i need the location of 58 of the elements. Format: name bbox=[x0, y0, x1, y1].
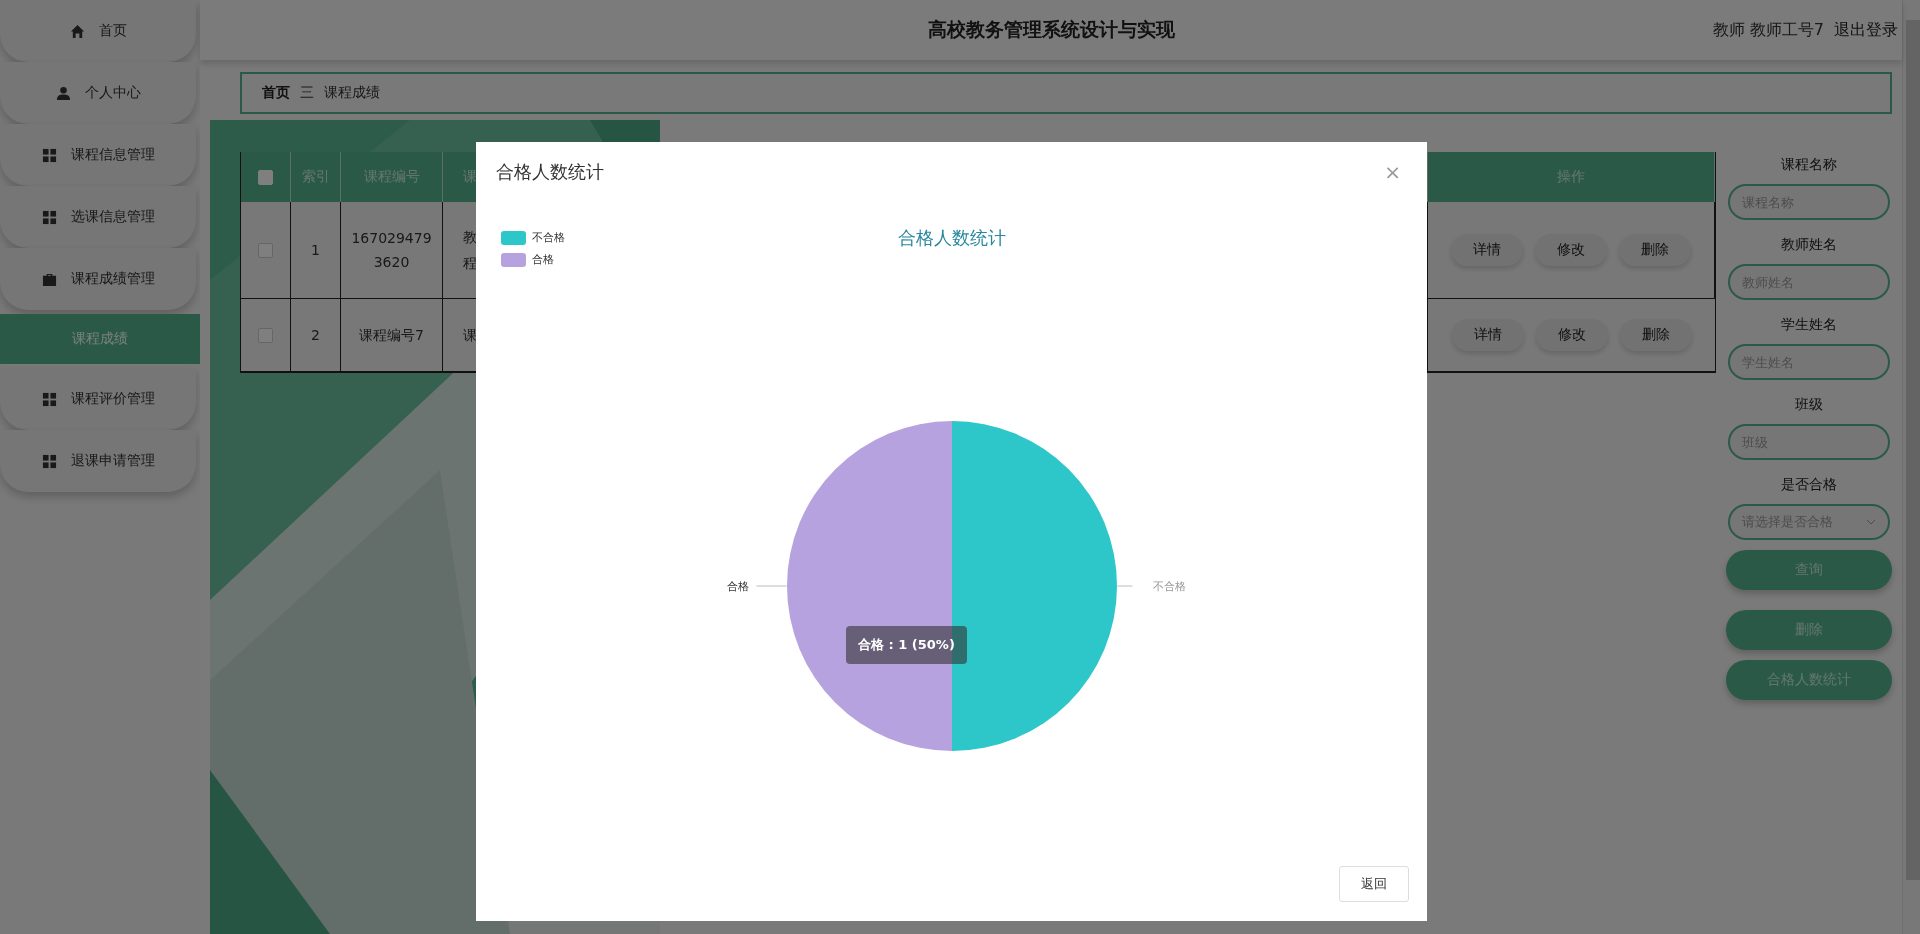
sidebar-item[interactable]: 课程信息管理 bbox=[0, 124, 196, 186]
person-icon bbox=[55, 85, 71, 101]
field-label: 是否合格 bbox=[1781, 475, 1837, 494]
grid-icon bbox=[41, 391, 57, 407]
grid-icon bbox=[41, 453, 57, 469]
sidebar-item[interactable]: 个人中心 bbox=[0, 62, 196, 124]
legend-label[interactable]: 合格 bbox=[532, 252, 554, 267]
back-button[interactable]: 返回 bbox=[1339, 866, 1409, 902]
slice-label: 不合格 bbox=[1152, 580, 1186, 593]
table-cell-text: 课程编号7 bbox=[359, 326, 424, 345]
scrollbar[interactable] bbox=[1902, 0, 1920, 934]
select-all-checkbox[interactable] bbox=[258, 169, 273, 185]
action-button[interactable]: 修改 bbox=[1535, 319, 1608, 351]
slice-label: 合格 bbox=[726, 580, 749, 593]
chart-tooltip: 合格 : 1 (50%) bbox=[846, 626, 967, 664]
field-label: 教师姓名 bbox=[1781, 235, 1837, 254]
column-header: 课程编号 bbox=[341, 152, 443, 202]
chevron-down-icon bbox=[1866, 519, 1876, 525]
leader-line bbox=[1117, 585, 1133, 587]
table-cell-text: 教程 bbox=[463, 228, 477, 273]
action-button[interactable]: 删除 bbox=[1619, 319, 1692, 351]
legend-swatch[interactable] bbox=[501, 230, 526, 245]
column-header: 索引 bbox=[291, 152, 341, 202]
grid-icon bbox=[41, 209, 57, 225]
sidebar-item[interactable]: 首页 bbox=[0, 0, 196, 62]
grid-icon bbox=[41, 147, 57, 163]
action-button[interactable]: 修改 bbox=[1535, 234, 1607, 266]
app-title: 高校教务管理系统设计与实现 bbox=[927, 17, 1175, 42]
column-header: 操作 bbox=[1428, 152, 1715, 202]
table-cell-text: 课 bbox=[463, 326, 477, 345]
briefcase-icon bbox=[41, 271, 57, 287]
user-label: 教师 教师工号7 bbox=[1712, 19, 1824, 41]
sidebar-item[interactable]: 选课信息管理 bbox=[0, 186, 196, 248]
table-cell-text: 1 bbox=[311, 241, 320, 260]
home-icon bbox=[69, 23, 85, 39]
field-label: 学生姓名 bbox=[1781, 315, 1837, 334]
logout-link[interactable]: 退出登录 bbox=[1834, 19, 1898, 41]
action-button[interactable]: 删除 bbox=[1619, 234, 1691, 266]
sidebar-item[interactable]: 课程评价管理 bbox=[0, 368, 196, 430]
breadcrumb-separator: 三 bbox=[300, 84, 314, 102]
row-checkbox[interactable] bbox=[258, 327, 273, 343]
table-cell-text: 2 bbox=[311, 326, 320, 345]
close-button[interactable]: × bbox=[1378, 160, 1407, 184]
action-button[interactable]: 详情 bbox=[1451, 319, 1524, 351]
dialog-title: 合格人数统计 bbox=[496, 160, 604, 184]
breadcrumb-link[interactable]: 首页 bbox=[262, 84, 290, 102]
row-checkbox[interactable] bbox=[258, 242, 273, 258]
field-label: 课程名称 bbox=[1781, 155, 1837, 174]
sidebar-item[interactable]: 课程成绩管理 bbox=[0, 248, 196, 310]
legend-swatch[interactable] bbox=[501, 252, 526, 267]
table-cell-text: 1670294793620 bbox=[350, 229, 433, 272]
sidebar-item[interactable]: 退课申请管理 bbox=[0, 430, 196, 492]
field-label: 班级 bbox=[1795, 395, 1823, 414]
action-button[interactable]: 详情 bbox=[1451, 234, 1523, 266]
leader-line bbox=[756, 585, 787, 587]
chart-title: 合格人数统计 bbox=[897, 227, 1006, 248]
breadcrumb-current: 课程成绩 bbox=[324, 84, 380, 102]
legend-label[interactable]: 不合格 bbox=[532, 230, 565, 245]
